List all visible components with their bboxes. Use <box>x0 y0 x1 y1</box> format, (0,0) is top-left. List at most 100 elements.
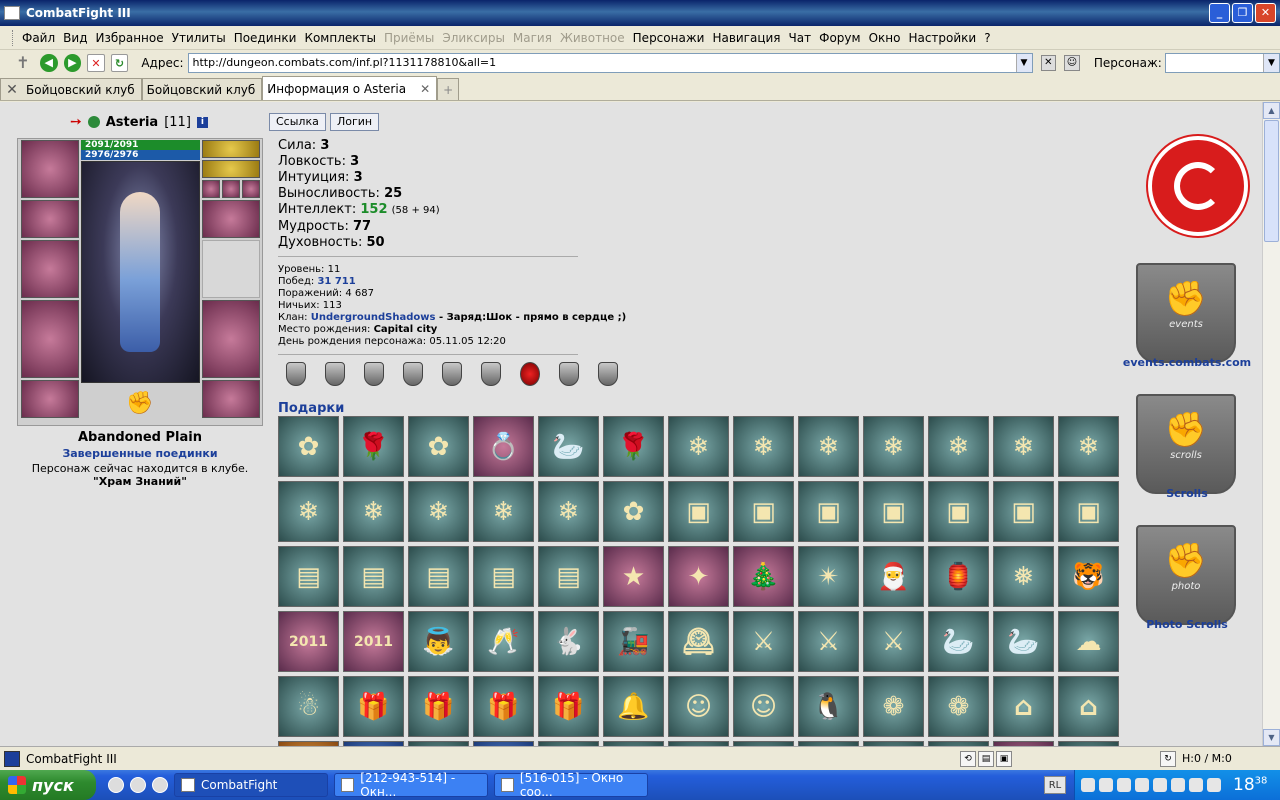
chest-icon[interactable]: ▣ <box>798 481 859 542</box>
snow-house-icon[interactable]: ⌂ <box>1058 676 1119 737</box>
earrings-slot[interactable] <box>202 140 260 158</box>
combats-icon[interactable] <box>152 777 168 793</box>
new-tab-button[interactable]: + <box>437 78 460 100</box>
chest-icon[interactable]: ▣ <box>668 481 729 542</box>
page-icon[interactable]: ▤ <box>978 750 994 767</box>
santa-icon[interactable]: 🎅 <box>863 546 924 607</box>
address-input[interactable]: http://dungeon.combats.com/inf.pl?113117… <box>187 53 1033 73</box>
ice-crystal-icon[interactable]: ❄ <box>473 481 534 542</box>
amulet-slot[interactable] <box>202 160 260 178</box>
magic-wand-icon[interactable]: ✦ <box>668 546 729 607</box>
ring-slot-3[interactable] <box>242 180 260 198</box>
forward-button[interactable]: ▶ <box>63 54 82 72</box>
year-2011-icon[interactable]: 2011 <box>278 611 339 672</box>
events-link[interactable]: events.combats.com <box>1117 356 1257 369</box>
scrolls-banner[interactable]: ✊ scrolls <box>1136 394 1236 494</box>
chest-icon[interactable]: ▣ <box>1058 481 1119 542</box>
ice-crystal-icon[interactable]: ❄ <box>278 481 339 542</box>
tab-close-icon[interactable]: ✕ <box>420 82 430 96</box>
ice-crystal-icon[interactable]: ❄ <box>1058 416 1119 477</box>
armor-slot[interactable] <box>21 300 79 378</box>
menu-item-1[interactable]: Вид <box>59 31 91 45</box>
chest-icon[interactable]: ▣ <box>733 481 794 542</box>
champagne-icon[interactable]: 🥂 <box>473 611 534 672</box>
orchid-icon[interactable]: ✿ <box>408 416 469 477</box>
orchid-icon[interactable]: ✿ <box>603 481 664 542</box>
menu-item-3[interactable]: Утилиты <box>168 31 230 45</box>
bracers-slot[interactable] <box>21 200 79 238</box>
ice-crystal-icon[interactable]: ❄ <box>733 416 794 477</box>
tab-fight-club-1[interactable]: ✕ Бойцовский клуб <box>0 78 142 100</box>
arrow-icon[interactable]: ➙ <box>70 114 82 130</box>
scroll-thumb[interactable] <box>1264 120 1279 242</box>
menu-item-13[interactable]: Форум <box>815 31 864 45</box>
medal-icon[interactable] <box>364 362 384 386</box>
gift-box-icon[interactable]: 🎁 <box>408 676 469 737</box>
knight-rabbit-icon[interactable]: ⚔ <box>798 611 859 672</box>
gift-box-icon[interactable]: 🎁 <box>473 676 534 737</box>
menu-item-12[interactable]: Чат <box>785 31 816 45</box>
menu-item-11[interactable]: Навигация <box>708 31 784 45</box>
link-button[interactable]: Ссылка <box>269 113 326 131</box>
home-icon[interactable]: ✝ <box>14 54 32 72</box>
persona-select[interactable]: ▼ <box>1164 53 1280 73</box>
menu-item-5[interactable]: Комплекты <box>300 31 380 45</box>
medal-icon[interactable] <box>559 362 579 386</box>
purple-box-icon[interactable]: ▤ <box>473 546 534 607</box>
menu-item-14[interactable]: Окно <box>865 31 905 45</box>
tray-icon[interactable] <box>1135 778 1149 792</box>
christmas-tree-icon[interactable]: 🎄 <box>733 546 794 607</box>
ice-crystal-icon[interactable]: ❄ <box>538 481 599 542</box>
ring-slot-1[interactable] <box>202 180 220 198</box>
login-button[interactable]: Логин <box>330 113 380 131</box>
menu-item-0[interactable]: Файл <box>18 31 59 45</box>
ice-crystal-icon[interactable]: ❄ <box>668 416 729 477</box>
tab-character-info[interactable]: i Информация о Asteria ✕ <box>262 76 438 253</box>
tray-icon[interactable] <box>1207 778 1221 792</box>
snowman-statue-icon[interactable]: ☃ <box>278 676 339 737</box>
task-combatfight[interactable]: CombatFight <box>174 773 328 797</box>
refresh-button[interactable]: ↻ <box>110 54 129 72</box>
gold-box-icon[interactable]: ▤ <box>538 546 599 607</box>
ring-slot-2[interactable] <box>222 180 240 198</box>
boots-slot[interactable] <box>202 380 260 418</box>
smiley-icon[interactable]: ☺ <box>668 676 729 737</box>
persona-dropdown-button[interactable]: ▼ <box>1263 54 1279 72</box>
star-icon[interactable]: ★ <box>603 546 664 607</box>
white-tiger-icon[interactable]: 🐯 <box>1058 546 1119 607</box>
tray-icon[interactable] <box>1081 778 1095 792</box>
bells-icon[interactable]: 🔔 <box>603 676 664 737</box>
medal-icon[interactable] <box>520 362 540 386</box>
menu-item-10[interactable]: Персонажи <box>629 31 709 45</box>
ice-crystal-icon[interactable]: ❄ <box>863 416 924 477</box>
swans-icon[interactable]: 🦢 <box>538 416 599 477</box>
lantern-icon[interactable]: 🏮 <box>928 546 989 607</box>
menu-item-16[interactable]: ? <box>980 31 994 45</box>
tray-icon[interactable] <box>1153 778 1167 792</box>
maximize-button[interactable]: ❐ <box>1232 3 1253 23</box>
clock-icon[interactable]: 🕰 <box>668 611 729 672</box>
toy-train-icon[interactable]: 🚂 <box>603 611 664 672</box>
gloves-slot[interactable] <box>202 200 260 238</box>
gift-box-icon[interactable]: 🎁 <box>343 676 404 737</box>
frame-icon[interactable]: ▣ <box>996 750 1012 767</box>
photo-scrolls-banner[interactable]: ✊ photo <box>1136 525 1236 625</box>
helmet-slot[interactable] <box>21 140 79 198</box>
navy-box-icon[interactable]: ▤ <box>408 546 469 607</box>
snow-house-icon[interactable]: ⌂ <box>993 676 1054 737</box>
tray-icon[interactable] <box>1189 778 1203 792</box>
sparkler-icon[interactable]: ✴ <box>798 546 859 607</box>
rabbit-icon[interactable]: 🐇 <box>538 611 599 672</box>
clan-link[interactable]: UndergroundShadows <box>311 312 436 323</box>
knight-rabbit-icon[interactable]: ⚔ <box>863 611 924 672</box>
tab-fight-club-2[interactable]: i Бойцовский клуб <box>141 78 292 253</box>
orchid-icon[interactable]: ✿ <box>278 416 339 477</box>
combats-logo-icon[interactable] <box>1148 136 1248 236</box>
swans-icon[interactable]: 🦢 <box>993 611 1054 672</box>
gift-box-icon[interactable]: 🎁 <box>538 676 599 737</box>
info-icon[interactable]: i <box>196 116 208 128</box>
ice-crystal-icon[interactable]: ❄ <box>798 416 859 477</box>
history-icon[interactable]: ⟲ <box>960 750 976 767</box>
angel-icon[interactable]: 👼 <box>408 611 469 672</box>
close-button[interactable]: ✕ <box>1255 3 1276 23</box>
